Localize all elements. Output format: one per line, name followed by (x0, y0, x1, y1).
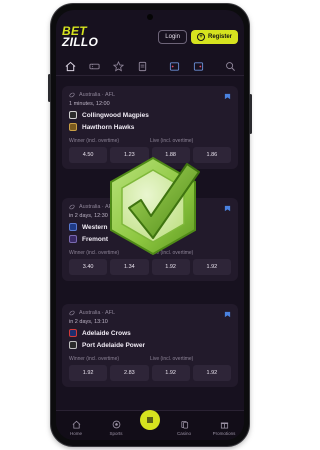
nav-home[interactable]: Home (60, 420, 92, 436)
document-icon[interactable] (136, 61, 148, 73)
away-team: Port Adelaide Power (69, 341, 231, 349)
match-time: in 2 days, 13:10 (69, 319, 108, 325)
odds-value: 3.40 (82, 264, 94, 270)
nav-promotions[interactable]: Promotions (208, 420, 240, 436)
market-label: Winner (incl. overtime) (69, 356, 120, 362)
bottom-navigation: Home Sports Casino Promotions (56, 410, 244, 440)
nav-sports-label: Sports (109, 431, 123, 436)
verified-check-badge-icon (110, 156, 200, 256)
football-icon (69, 204, 75, 210)
match-card[interactable]: Australia · AFL in 2 days, 13:10 Adelaid… (62, 304, 238, 387)
team-logo-icon (69, 111, 77, 119)
cards-icon (180, 420, 188, 429)
away-team-name: Hawthorn Hawks (82, 123, 135, 131)
login-button[interactable]: Login (158, 30, 187, 44)
gift-icon (220, 422, 228, 429)
odds-button[interactable]: 3.40 (69, 259, 108, 275)
home-icon (72, 420, 80, 429)
home-team: Collingwood Magpies (69, 111, 231, 119)
odds-button[interactable]: 2.83 (110, 365, 149, 381)
team-logo-icon (69, 223, 77, 231)
odds-button[interactable]: 1.92 (192, 365, 231, 381)
market-label: Live (incl. overtime) (150, 356, 194, 362)
home-team-name: Collingwood Magpies (82, 111, 149, 119)
brand-logo[interactable]: BET ZILLO (62, 25, 99, 49)
favorite-icon[interactable] (224, 311, 231, 318)
app-header: BET ZILLO Login + Register (56, 20, 244, 54)
filter-icon[interactable] (168, 61, 180, 73)
odds-button[interactable]: 1.92 (151, 365, 190, 381)
league-name: Australia · AFL (79, 310, 116, 316)
odds-value: 2.83 (124, 370, 135, 376)
market-headers: Winner (incl. overtime) Live (incl. over… (69, 138, 231, 144)
odds-value: 1.92 (206, 264, 218, 270)
away-team: Hawthorn Hawks (69, 123, 231, 131)
register-button[interactable]: + Register (190, 30, 238, 44)
favorite-icon[interactable] (224, 93, 231, 100)
ticket-icon[interactable] (88, 61, 100, 73)
team-logo-icon (69, 123, 77, 131)
nav-casino-label: Casino (176, 431, 191, 436)
camera-icon (147, 14, 153, 20)
match-time: 1 minutes, 12:00 (69, 101, 110, 107)
home-icon[interactable] (64, 61, 76, 73)
odds-row: 1.92 2.83 1.92 1.92 (69, 365, 231, 381)
favorite-icon[interactable] (224, 205, 231, 212)
brand-logo-line2: ZILLO (62, 35, 99, 49)
league-label: Australia · AFL (69, 310, 231, 316)
refresh-icon[interactable] (192, 61, 204, 73)
league-name: Australia · AFL (79, 92, 116, 98)
odds-value: 4.50 (82, 152, 94, 158)
team-logo-icon (69, 329, 77, 337)
away-team-name: Port Adelaide Power (82, 341, 145, 349)
quick-nav-bar (56, 58, 244, 76)
football-icon (69, 92, 75, 98)
star-icon[interactable] (112, 61, 124, 73)
plus-icon: + (196, 33, 205, 41)
team-logo-icon (69, 341, 77, 349)
nav-home-label: Home (69, 431, 82, 436)
odds-value: 1.92 (165, 370, 176, 376)
market-label: Winner (incl. overtime) (69, 138, 120, 144)
odds-value: 1.86 (206, 152, 218, 158)
nav-casino[interactable]: Casino (168, 420, 200, 436)
odds-value: 1.92 (206, 370, 218, 376)
market-label: Live (incl. overtime) (150, 138, 194, 144)
market-headers: Winner (incl. overtime) Live (incl. over… (69, 356, 231, 362)
menu-icon (147, 417, 153, 423)
home-team: Adelaide Crows (69, 329, 231, 337)
league-label: Australia · AFL (69, 92, 231, 98)
football-icon (69, 310, 75, 316)
nav-promotions-label: Promotions (212, 431, 236, 436)
odds-button[interactable]: 4.50 (69, 147, 108, 163)
search-icon[interactable] (224, 61, 236, 73)
menu-button[interactable] (140, 410, 160, 430)
volume-button (48, 74, 51, 102)
nav-sports[interactable]: Sports (100, 420, 132, 436)
register-label: Register (207, 34, 232, 40)
odds-button[interactable]: 1.92 (69, 365, 108, 381)
odds-value: 1.92 (82, 370, 94, 376)
team-logo-icon (69, 235, 77, 243)
home-team-name: Adelaide Crows (82, 329, 131, 337)
football-icon (112, 420, 120, 429)
power-button (249, 94, 252, 134)
